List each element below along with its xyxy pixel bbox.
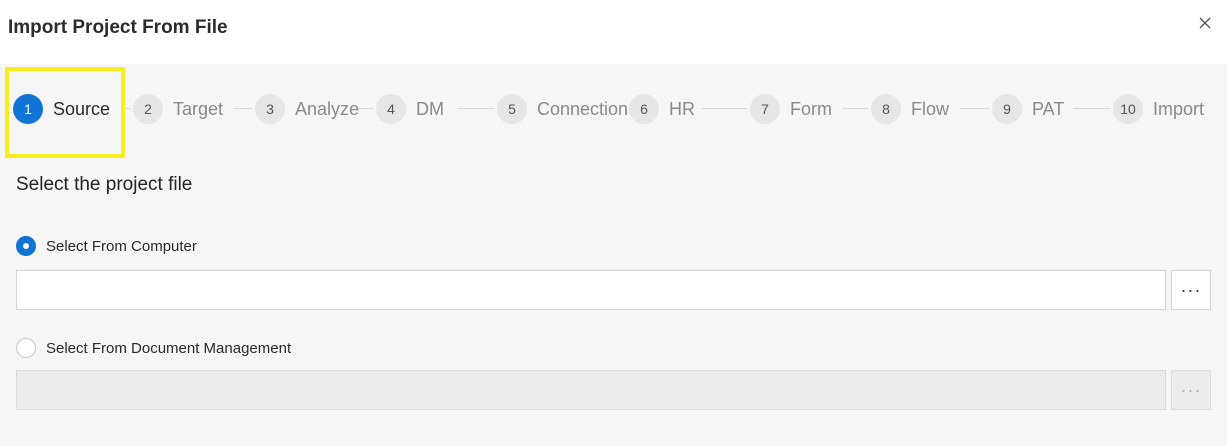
step-number: 9 — [992, 94, 1022, 124]
computer-file-path-input[interactable] — [16, 270, 1166, 310]
radio-button-unchecked[interactable] — [16, 338, 36, 358]
step-number: 2 — [133, 94, 163, 124]
step-number: 4 — [376, 94, 406, 124]
step-label: Analyze — [295, 98, 360, 119]
step-import[interactable]: 10 Import — [1113, 92, 1204, 126]
step-number: 6 — [629, 94, 659, 124]
step-number: 3 — [255, 94, 285, 124]
step-number: 8 — [871, 94, 901, 124]
dialog-title: Import Project From File — [8, 17, 228, 38]
highlight-box — [5, 67, 125, 158]
radio-label: Select From Document Management — [46, 339, 292, 357]
step-pat[interactable]: 9 PAT — [992, 92, 1064, 126]
step-label: Connections — [537, 98, 629, 119]
radio-label: Select From Computer — [46, 237, 197, 255]
step-target[interactable]: 2 Target — [133, 92, 223, 126]
close-icon — [1199, 17, 1211, 29]
radio-button-checked[interactable] — [16, 236, 36, 256]
step-number: 10 — [1113, 94, 1143, 124]
step-label: Import — [1153, 98, 1205, 119]
browse-dm-button[interactable]: ··· — [1171, 370, 1211, 410]
step-dm[interactable]: 4 DM — [376, 92, 444, 126]
browse-computer-button[interactable]: ··· — [1171, 270, 1211, 310]
dm-file-path-input[interactable] — [16, 370, 1166, 410]
step-label: Target — [173, 98, 224, 119]
step-number: 5 — [497, 94, 527, 124]
step-connector — [702, 108, 747, 109]
step-label: PAT — [1032, 98, 1065, 119]
step-number: 7 — [750, 94, 780, 124]
step-connections[interactable]: 5 Connections — [497, 92, 629, 126]
step-label: DM — [416, 98, 444, 119]
section-title: Select the project file — [16, 174, 193, 195]
step-connector — [358, 108, 373, 109]
step-connector — [234, 108, 252, 109]
step-analyze[interactable]: 3 Analyze — [255, 92, 359, 126]
step-flow[interactable]: 8 Flow — [871, 92, 949, 126]
wizard-stepper: 1 Source 2 Target 3 Analyze 4 DM 5 Conne… — [0, 64, 1227, 158]
step-label: Form — [790, 98, 832, 119]
step-label: Flow — [911, 98, 950, 119]
step-connector — [458, 108, 494, 109]
dialog-content: 1 Source 2 Target 3 Analyze 4 DM 5 Conne… — [0, 64, 1227, 446]
step-label: HR — [669, 98, 695, 119]
close-button[interactable] — [1194, 12, 1216, 34]
step-form[interactable]: 7 Form — [750, 92, 832, 126]
step-hr[interactable]: 6 HR — [629, 92, 695, 126]
select-from-computer-option[interactable]: Select From Computer — [16, 236, 197, 256]
step-connector — [960, 108, 989, 109]
step-connector — [1073, 108, 1110, 109]
dialog-header: Import Project From File — [0, 0, 1227, 64]
select-from-dm-option[interactable]: Select From Document Management — [16, 338, 291, 358]
step-connector — [843, 108, 868, 109]
